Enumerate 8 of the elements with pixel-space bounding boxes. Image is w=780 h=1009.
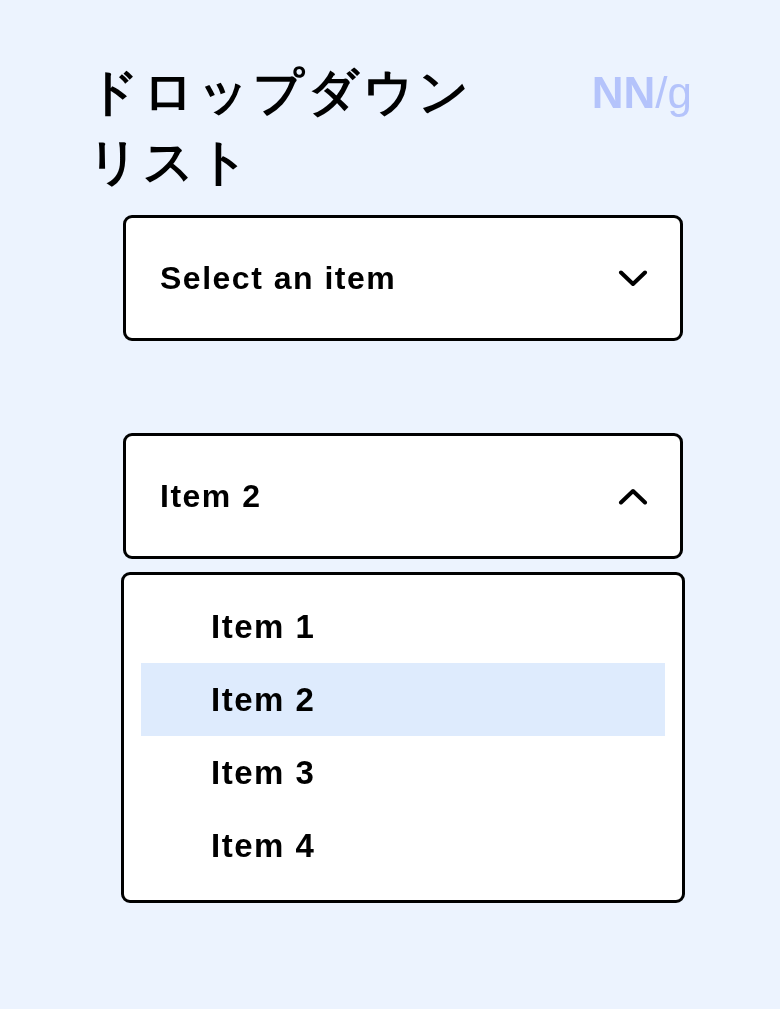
menu-option[interactable]: Item 1: [141, 590, 665, 663]
dropdown-select[interactable]: Item 2: [123, 433, 683, 559]
menu-option[interactable]: Item 4: [141, 809, 665, 882]
logo: NN/g: [591, 69, 692, 117]
menu-option[interactable]: Item 3: [141, 736, 665, 809]
dropdown-select[interactable]: Select an item: [123, 215, 683, 341]
menu-option[interactable]: Item 2: [141, 663, 665, 736]
page-title: ドロップダウンリスト: [88, 62, 474, 193]
